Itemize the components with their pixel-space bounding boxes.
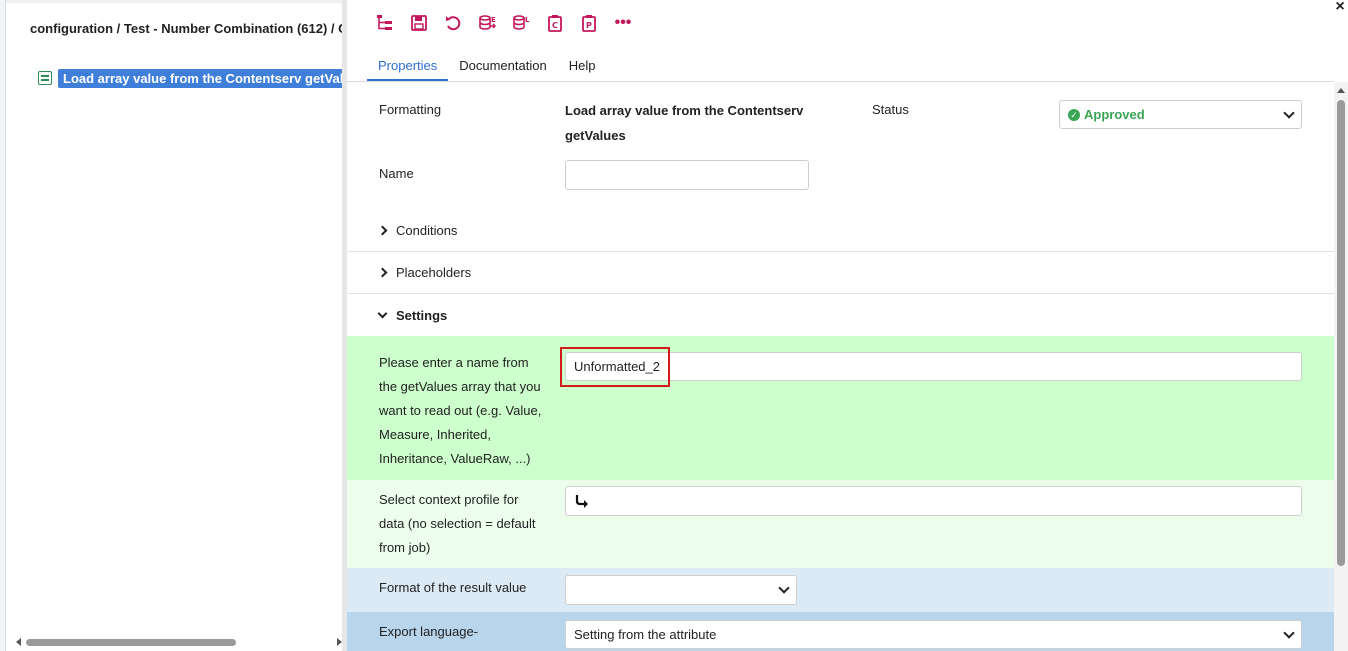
tab-bar: Properties Documentation Help	[347, 50, 1334, 82]
chevron-down-icon	[778, 582, 790, 594]
save-button[interactable]	[409, 12, 429, 34]
database-import-button[interactable]: L	[511, 12, 531, 34]
highlight-box	[560, 347, 670, 387]
status-label: Status	[872, 102, 909, 117]
formatting-label: Formatting	[379, 102, 442, 117]
export-language-select[interactable]: Setting from the attribute	[565, 620, 1302, 649]
tree-panel: configuration / Test - Number Combinatio…	[6, 3, 344, 651]
svg-text:P: P	[586, 21, 592, 30]
clipboard-p-icon: P	[582, 15, 596, 32]
settings-section-toggle[interactable]: Settings	[347, 294, 1334, 336]
array-name-input[interactable]: Unformatted_2	[565, 352, 1302, 381]
export-language-label: Export language-	[379, 624, 479, 639]
name-label: Name	[379, 166, 414, 181]
database-l-icon: L	[513, 15, 530, 30]
format-row: Format of the result value	[347, 568, 1334, 612]
array-name-row: Please enter a name from the getValues a…	[347, 336, 1334, 480]
format-select[interactable]	[565, 575, 797, 605]
database-export-button[interactable]: E	[477, 12, 497, 34]
tree-icon	[377, 15, 392, 30]
properties-panel: E L C P ••• × Properties Documentation H…	[347, 0, 1348, 651]
tree-structure-button[interactable]	[375, 12, 395, 34]
chevron-down-icon	[1283, 106, 1295, 119]
array-name-label-4: Measure, Inherited,	[379, 427, 492, 442]
status-select[interactable]: ✓ Approved	[1059, 100, 1302, 129]
breadcrumb: configuration / Test - Number Combinatio…	[30, 21, 342, 36]
svg-text:E: E	[491, 16, 496, 24]
export-language-value: Setting from the attribute	[574, 627, 717, 642]
svg-text:C: C	[552, 21, 558, 30]
chevron-down-icon	[377, 308, 388, 318]
placeholders-label: Placeholders	[396, 265, 472, 280]
tree-node-label[interactable]: Load array value from the Contentserv ge…	[58, 68, 344, 88]
conditions-label: Conditions	[396, 223, 458, 238]
settings-label: Settings	[396, 307, 448, 323]
conditions-section-toggle[interactable]: Conditions	[347, 210, 1334, 252]
list-icon	[38, 71, 52, 85]
properties-content: Formatting Load array value from the Con…	[347, 82, 1334, 651]
tree-node-selected[interactable]: Load array value from the Contentserv ge…	[38, 68, 344, 88]
more-button[interactable]: •••	[613, 12, 633, 34]
format-label: Format of the result value	[379, 580, 527, 595]
chevron-right-icon	[377, 225, 388, 236]
status-value: Approved	[1084, 107, 1145, 122]
database-e-icon: E	[479, 15, 496, 30]
context-label-2: data (no selection = default	[379, 516, 536, 531]
vertical-scrollbar[interactable]	[1334, 82, 1348, 651]
array-name-label-5: Inheritance, ValueRaw, ...)	[379, 451, 531, 466]
vertical-scrollbar-thumb[interactable]	[1337, 100, 1345, 566]
horizontal-scrollbar-thumb[interactable]	[26, 639, 236, 646]
clipboard-c-icon: C	[548, 15, 562, 32]
redirect-arrow-icon	[575, 495, 588, 508]
horizontal-scrollbar[interactable]	[16, 636, 342, 648]
toolbar: E L C P •••	[375, 12, 633, 34]
formatting-value-line1: Load array value from the Contentserv	[565, 103, 804, 118]
context-label-3: from job)	[379, 540, 431, 555]
context-profile-row: Select context profile for data (no sele…	[347, 480, 1334, 568]
more-icon: •••	[614, 14, 632, 31]
formatting-value-line2: getValues	[565, 128, 626, 143]
check-circle-icon: ✓	[1068, 108, 1080, 121]
array-name-label-3: want to read out (e.g. Value,	[379, 403, 542, 418]
copy-button[interactable]: C	[545, 12, 565, 34]
array-name-label-2: the getValues array that you	[379, 379, 541, 394]
chevron-down-icon	[1283, 626, 1295, 639]
chevron-right-icon	[377, 267, 388, 278]
scroll-left-arrow-icon[interactable]	[16, 638, 21, 646]
context-label-1: Select context profile for	[379, 492, 519, 507]
export-language-row: Export language- Setting from the attrib…	[347, 612, 1334, 651]
array-name-label-1: Please enter a name from	[379, 355, 529, 370]
scroll-up-arrow-icon[interactable]	[1337, 88, 1345, 93]
tab-help[interactable]: Help	[558, 50, 607, 81]
undo-icon	[446, 16, 461, 31]
placeholders-section-toggle[interactable]: Placeholders	[347, 252, 1334, 294]
tab-documentation[interactable]: Documentation	[448, 50, 557, 81]
svg-text:L: L	[525, 16, 530, 24]
tab-properties[interactable]: Properties	[367, 50, 449, 81]
context-profile-input[interactable]	[565, 486, 1302, 516]
close-button[interactable]: ×	[1332, 0, 1348, 16]
undo-button[interactable]	[443, 12, 463, 34]
paste-button[interactable]: P	[579, 12, 599, 34]
save-icon	[411, 15, 427, 31]
name-input[interactable]	[565, 160, 809, 190]
